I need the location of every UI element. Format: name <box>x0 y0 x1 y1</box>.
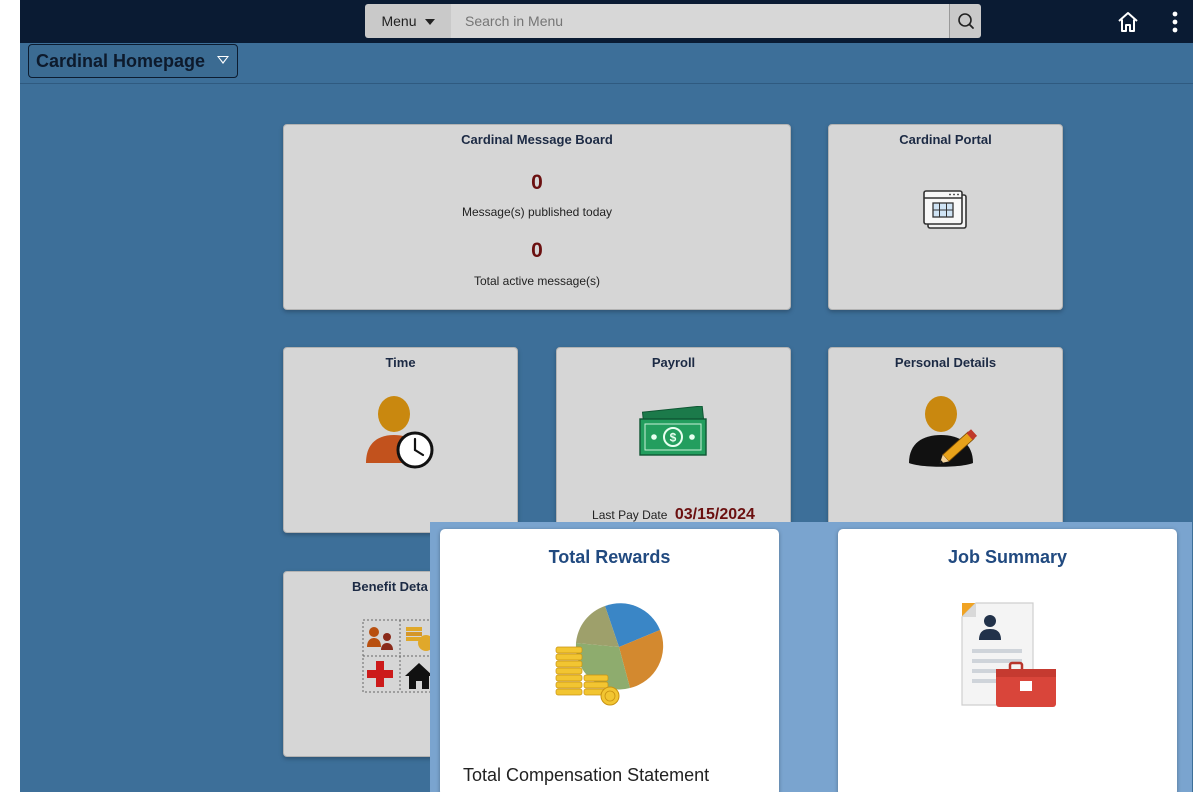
dropdown-triangle-icon <box>217 56 230 64</box>
tile-cardinal-portal[interactable]: Cardinal Portal <box>828 124 1063 310</box>
vertical-dots-icon <box>1172 11 1178 33</box>
tile-title: Cardinal Portal <box>899 132 992 147</box>
search-button[interactable] <box>949 4 981 38</box>
highlight-panel: Total Rewards Total Compensation Stateme… <box>430 522 1192 792</box>
person-pencil-icon <box>909 396 978 467</box>
menu-button[interactable]: Menu <box>365 4 451 38</box>
homepage-selector[interactable]: Cardinal Homepage <box>28 44 239 78</box>
tile-job-summary[interactable]: Job Summary <box>838 529 1177 792</box>
page-title: Cardinal Homepage <box>36 50 206 71</box>
actions-menu-button[interactable] <box>1165 10 1185 34</box>
tile-total-rewards[interactable]: Total Rewards Total Compensation Stateme… <box>440 529 779 792</box>
tile-title: Total Rewards <box>548 547 671 567</box>
active-messages-label: Total active message(s) <box>473 274 601 288</box>
person-clock-icon <box>366 396 434 469</box>
total-rewards-footer: Total Compensation Statement <box>463 765 710 785</box>
last-pay-label: Last Pay Date <box>592 508 668 522</box>
active-messages-count: 0 <box>531 239 543 262</box>
svg-text:$: $ <box>670 431 677 445</box>
tile-title: Job Summary <box>947 547 1068 567</box>
search-icon <box>958 13 974 29</box>
portal-window-icon <box>923 190 967 229</box>
home-icon <box>1118 12 1138 32</box>
search-input[interactable] <box>451 4 949 38</box>
messages-today-label: Message(s) published today <box>461 205 613 219</box>
tile-title: Benefit Deta <box>352 579 428 594</box>
homepage-selector-bar: Cardinal Homepage <box>20 43 1193 84</box>
home-button[interactable] <box>1116 10 1140 34</box>
tile-title: Payroll <box>651 355 696 370</box>
messages-today-count: 0 <box>531 171 543 194</box>
resume-briefcase-icon <box>961 602 1056 707</box>
tile-title: Cardinal Message Board <box>461 132 613 147</box>
menu-label: Menu <box>381 13 417 29</box>
pie-coins-icon <box>555 603 664 706</box>
tile-title: Time <box>385 355 416 370</box>
top-bar: Menu <box>20 0 1193 43</box>
tile-personal-details[interactable]: Personal Details <box>828 347 1063 533</box>
last-pay-date: 03/15/2024 <box>674 506 755 523</box>
chevron-down-icon <box>424 19 435 25</box>
homepage-app: Menu Cardinal Homepage <box>20 0 1193 792</box>
tile-payroll[interactable]: Payroll $ Last Pay Date 03/15/2024 <box>556 347 791 533</box>
tile-time[interactable]: Time <box>283 347 518 533</box>
tile-title: Personal Details <box>894 355 997 370</box>
tile-message-board[interactable]: Cardinal Message Board 0 Message(s) publ… <box>283 124 791 310</box>
cash-icon: $ <box>639 406 707 456</box>
